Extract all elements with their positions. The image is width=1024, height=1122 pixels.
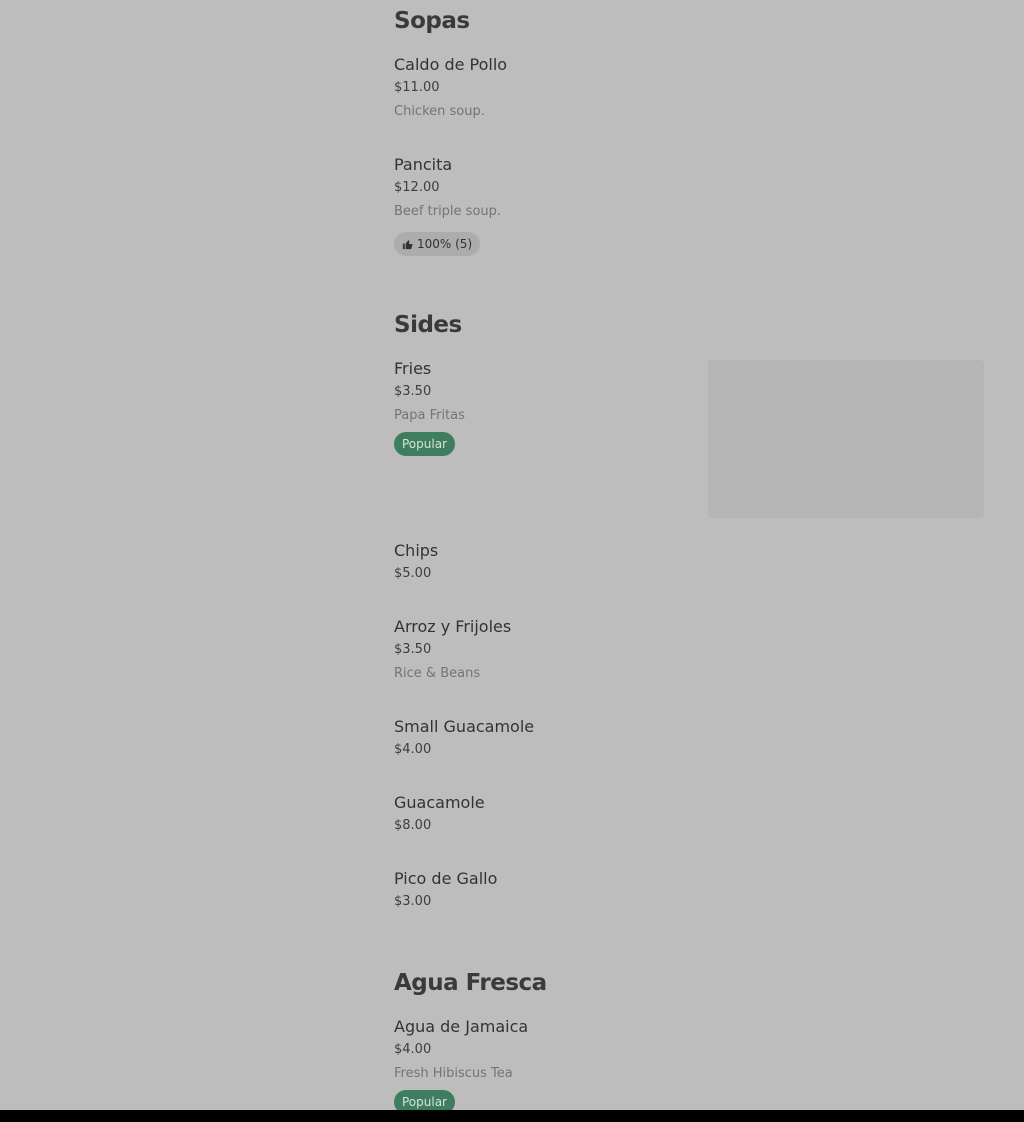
rating-badge: 100% (5) [394, 232, 481, 256]
section-title-agua-fresca: Agua Fresca [394, 970, 547, 996]
rating-text: 100% (5) [417, 237, 473, 251]
menu-item-pancita[interactable]: Pancita $12.00 Beef triple soup. 100% (5… [394, 155, 994, 265]
popular-badge: Popular [394, 432, 455, 456]
item-description: Fresh Hibiscus Tea [394, 1066, 513, 1081]
item-name: Pancita [394, 155, 453, 174]
item-price: $3.00 [394, 894, 432, 909]
item-price: $3.50 [394, 384, 432, 399]
item-name: Arroz y Frijoles [394, 617, 512, 636]
item-name: Guacamole [394, 793, 485, 812]
item-description: Beef triple soup. [394, 204, 502, 219]
item-name: Chips [394, 541, 439, 560]
menu-item-pico-de-gallo[interactable]: Pico de Gallo $3.00 [394, 869, 994, 925]
item-description: Papa Fritas [394, 408, 465, 423]
item-price: $4.00 [394, 1042, 432, 1057]
item-description: Rice & Beans [394, 666, 481, 681]
item-image-placeholder [708, 360, 984, 518]
menu-item-guacamole[interactable]: Guacamole $8.00 [394, 793, 994, 849]
menu-item-agua-de-jamaica[interactable]: Agua de Jamaica $4.00 Fresh Hibiscus Tea… [394, 1017, 994, 1114]
bottom-bar [0, 1110, 1024, 1122]
item-name: Pico de Gallo [394, 869, 498, 888]
item-price: $8.00 [394, 818, 432, 833]
item-price: $3.50 [394, 642, 432, 657]
section-title-sopas: Sopas [394, 8, 470, 34]
thumbs-up-icon [402, 239, 413, 250]
item-description: Chicken soup. [394, 104, 485, 119]
section-title-sides: Sides [394, 312, 462, 338]
item-price: $5.00 [394, 566, 432, 581]
menu-item-chips[interactable]: Chips $5.00 [394, 541, 994, 597]
item-price: $4.00 [394, 742, 432, 757]
menu-item-arroz-y-frijoles[interactable]: Arroz y Frijoles $3.50 Rice & Beans [394, 617, 994, 697]
menu-item-caldo-de-pollo[interactable]: Caldo de Pollo $11.00 Chicken soup. [394, 55, 994, 135]
item-name: Agua de Jamaica [394, 1017, 529, 1036]
menu-item-small-guacamole[interactable]: Small Guacamole $4.00 [394, 717, 994, 773]
item-price: $11.00 [394, 80, 440, 95]
item-name: Caldo de Pollo [394, 55, 508, 74]
item-name: Small Guacamole [394, 717, 535, 736]
item-price: $12.00 [394, 180, 440, 195]
